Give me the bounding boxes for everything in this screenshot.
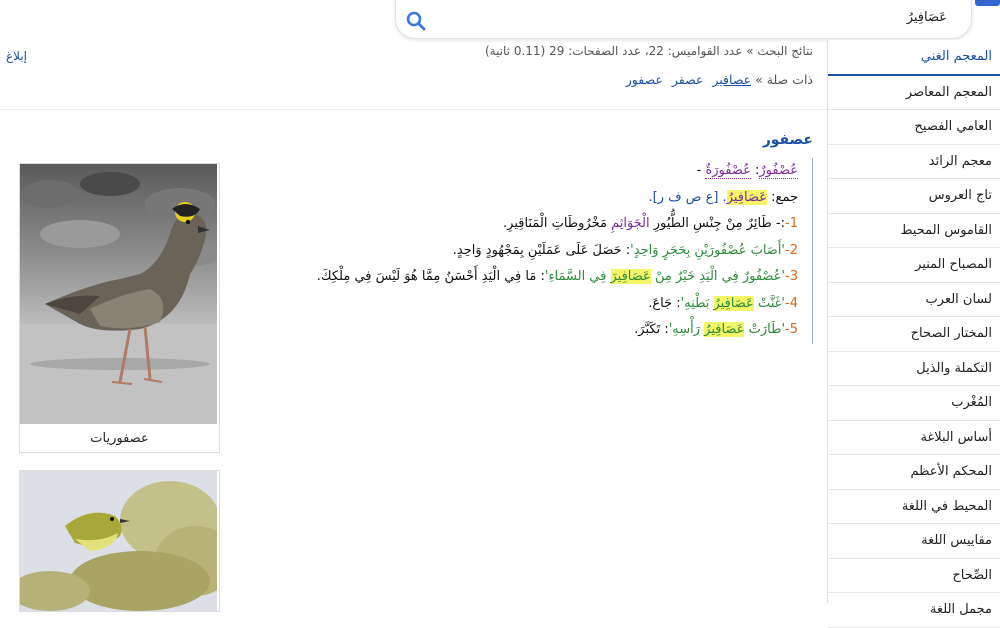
related-links: ذات صلة » عصافير عصفر عصفور [621, 72, 813, 87]
related-link[interactable]: عصفر [672, 72, 704, 87]
sidebar-item[interactable]: التكملة والذيل [828, 352, 1000, 386]
sense-number: 3- [785, 269, 798, 284]
related-label: ذات صلة » [755, 72, 813, 87]
sidebar-item[interactable]: الصِّحاح [828, 559, 1000, 593]
entry-headword[interactable]: عُصْفُورٌ [759, 163, 798, 179]
sense-line: 4-'غَنَّتْ عَصَافِيرُ بَطْنِهِ': جَاعَ. [278, 291, 798, 318]
sense-number: 2- [785, 242, 798, 258]
senses-list: 1-:- طَائِرٌ مِنْ جِنْسِ الطُّيُورِ الْج… [278, 211, 798, 344]
sense-text: فِي السَّمَاءِ' [544, 269, 611, 284]
sidebar-item[interactable]: المختار الصحاح [828, 317, 1000, 352]
sense-line: 1-:- طَائِرٌ مِنْ جِنْسِ الطُّيُورِ الْج… [278, 211, 798, 238]
search-bar [395, 0, 972, 39]
sidebar-item[interactable]: مجمل اللغة [828, 593, 1000, 628]
sidebar-item[interactable]: تاج العروس [828, 179, 1000, 214]
entry-head-line: عُصْفُورٌ: عُصْفُورَةٌ - [278, 158, 798, 185]
figure-sparrow[interactable]: عصفوريات [19, 163, 220, 453]
sense-text: عَصَافِيرُ [713, 295, 754, 311]
search-button[interactable] [404, 9, 428, 33]
sense-text: 'أَصَابَ عُصْفُورَيْنِ بِحَجَرٍ وَاحِدٍ' [630, 242, 786, 258]
sense-text: مَخْرُوطَاتِ الْمَنَاقِيرِ. [503, 216, 612, 231]
sidebar-item[interactable]: العامي الفصيح [828, 110, 1000, 145]
sense-text: : تَكَبَّرَ. [634, 322, 669, 337]
sense-line: 5-'طَارَتْ عَصَافِيرُ رَأْسِهِ': تَكَبَّ… [278, 317, 798, 344]
sidebar-item[interactable]: لسان العرب [828, 283, 1000, 317]
entry-title: عصفور [762, 132, 813, 148]
sense-text: : جَاعَ. [648, 295, 681, 311]
sparrow-photo [20, 164, 220, 424]
related-link[interactable]: عصافير [712, 72, 751, 87]
report-link[interactable]: إبلاغ [6, 49, 27, 63]
sense-number: 1- [785, 216, 798, 231]
plural-word[interactable]: عَصَافِيرُ [726, 189, 767, 205]
sidebar-item[interactable]: معجم الرائد [828, 145, 1000, 179]
sidebar-item[interactable]: المصباح المنير [828, 248, 1000, 283]
sidebar-item[interactable]: المُغْرب [828, 386, 1000, 421]
entry-feminine[interactable]: عُصْفُورَةٌ [705, 163, 751, 179]
sense-text: : حَصَلَ عَلَى عَمَلَيْنِ بِمَجْهُودٍ وَ… [452, 242, 631, 258]
sense-text: عَصَافِيرُ [704, 322, 745, 337]
dictionary-sidebar: المعجم الغني المعجم المعاصر العامي الفصيح م… [827, 40, 1000, 628]
entry-definition: عُصْفُورٌ: عُصْفُورَةٌ - جمع: عَصَافِيرُ… [278, 158, 813, 344]
sense-text: : مَا فِي الْيَدِ أَحْسَنُ مِمَّا هُوَ ل… [316, 269, 545, 284]
figure-caption: عصفوريات [90, 431, 149, 446]
sense-text: 'غَنَّتْ [753, 295, 786, 311]
sidebar-item[interactable]: المحكم الأعظم [828, 455, 1000, 490]
top-accent-bar [975, 0, 1000, 6]
plural-label: جمع: [771, 189, 798, 205]
sense-text: رَأْسِهِ' [668, 322, 705, 337]
sense-line: 3-'عُصْفُورٌ فِي الْيَدِ خَيْرٌ مِنْ عَص… [278, 264, 798, 291]
search-input[interactable] [465, 9, 949, 26]
sense-text: عَصَافِيرَ [610, 269, 651, 284]
related-link[interactable]: عصفور [626, 72, 663, 87]
sidebar-item[interactable]: القاموس المحيط [828, 214, 1000, 248]
sidebar-item[interactable]: المعجم المعاصر [828, 76, 1000, 110]
sense-number: 5- [785, 322, 798, 337]
entry-plural-line: جمع: عَصَافِيرُ. [ع ص ف ر]. [278, 185, 798, 212]
sense-text: بَطْنِهِ' [680, 295, 714, 311]
sense-text: 'عُصْفُورٌ فِي الْيَدِ خَيْرٌ مِنْ [650, 269, 786, 284]
sense-line: 2-'أَصَابَ عُصْفُورَيْنِ بِحَجَرٍ وَاحِد… [278, 238, 798, 265]
sidebar-item[interactable]: المحيط في اللغة [828, 490, 1000, 524]
divider [0, 109, 828, 110]
sidebar-item[interactable]: المعجم الغني [828, 40, 1000, 76]
sidebar-item[interactable]: مقاييس اللغة [828, 524, 1000, 559]
sense-text: 'طَارَتْ [744, 322, 786, 337]
warbler-photo [10, 471, 235, 611]
search-stats: نتائج البحث » عدد القواميس: 22، عدد الصف… [484, 44, 813, 58]
sense-text: :- طَائِرٌ مِنْ جِنْسِ الطُّيُورِ [649, 216, 786, 231]
sidebar-item[interactable]: أساس البلاغة [828, 421, 1000, 455]
root-letters: . [ع ص ف ر]. [648, 189, 727, 205]
figure-warbler[interactable] [10, 470, 235, 612]
sense-text: الْجَوَاثِمِ [611, 216, 650, 231]
search-icon [406, 11, 426, 31]
sense-number: 4- [785, 295, 798, 311]
